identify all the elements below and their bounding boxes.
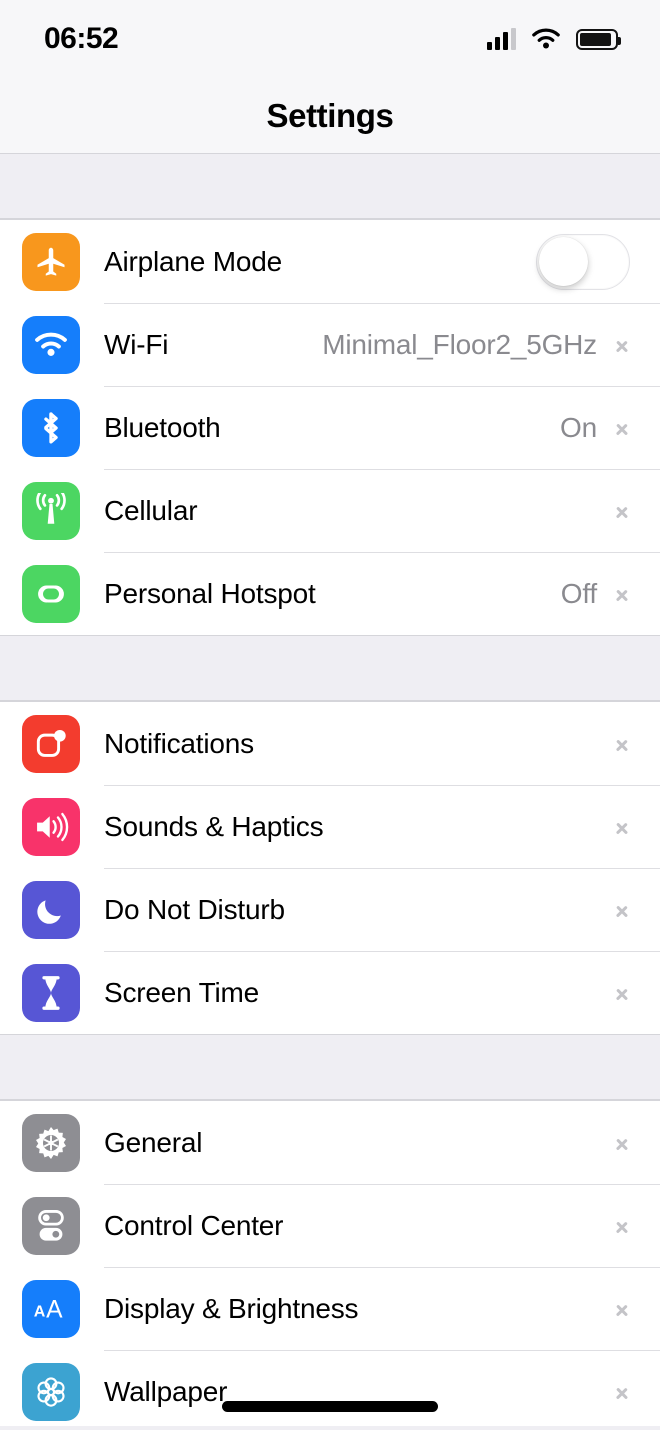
- battery-icon: [576, 28, 621, 50]
- settings-row-screen-time[interactable]: Screen Time: [0, 951, 660, 1034]
- gear-icon: [22, 1113, 80, 1172]
- settings-group-connectivity: Airplane Mode Wi-Fi Minimal_Floor2_5GHz: [0, 219, 660, 636]
- moon-icon: [22, 880, 80, 939]
- chevron-right-icon: [615, 980, 630, 1006]
- settings-row-airplane-mode[interactable]: Airplane Mode: [0, 220, 660, 303]
- bluetooth-icon: [22, 398, 80, 457]
- chevron-right-icon: [615, 498, 630, 524]
- status-bar-clock: 06:52: [44, 22, 119, 55]
- chevron-right-icon: [615, 1130, 630, 1156]
- section-gap-system: [0, 1035, 660, 1100]
- status-bar-indicators: [487, 27, 621, 52]
- chevron-right-icon: [615, 332, 630, 358]
- chevron-right-icon: [615, 1379, 630, 1405]
- settings-row-label: Wi-Fi: [104, 328, 169, 360]
- settings-row-label: Bluetooth: [104, 411, 221, 443]
- settings-row-notifications[interactable]: Notifications: [0, 702, 660, 785]
- settings-row-display-brightness[interactable]: A A Display & Brightness: [0, 1267, 660, 1350]
- flower-rosette-icon: [22, 1362, 80, 1421]
- settings-row-label: Screen Time: [104, 976, 259, 1008]
- settings-row-label: Display & Brightness: [104, 1292, 359, 1324]
- chevron-right-icon: [615, 814, 630, 840]
- chevron-right-icon: [615, 731, 630, 757]
- page-title: Settings: [266, 96, 394, 134]
- svg-text:A: A: [34, 1303, 46, 1320]
- navigation-bar: Settings: [0, 78, 660, 154]
- settings-row-do-not-disturb[interactable]: Do Not Disturb: [0, 868, 660, 951]
- settings-row-personal-hotspot[interactable]: Personal Hotspot Off: [0, 552, 660, 635]
- chevron-right-icon: [615, 581, 630, 607]
- speaker-waves-icon: [22, 797, 80, 856]
- cellular-signal-icon: [487, 28, 516, 50]
- chevron-right-icon: [615, 897, 630, 923]
- control-toggles-icon: [22, 1196, 80, 1255]
- chevron-right-icon: [615, 415, 630, 441]
- airplane-icon: [22, 232, 80, 291]
- cellular-antenna-icon: [22, 481, 80, 540]
- settings-row-label: Airplane Mode: [104, 245, 282, 277]
- bluetooth-status-value: On: [560, 411, 597, 443]
- wifi-network-value: Minimal_Floor2_5GHz: [322, 328, 597, 360]
- svg-text:A: A: [46, 1296, 63, 1323]
- text-size-aa-icon: A A: [22, 1279, 80, 1338]
- home-indicator[interactable]: [222, 1401, 438, 1412]
- settings-row-label: Personal Hotspot: [104, 577, 316, 609]
- settings-row-wifi[interactable]: Wi-Fi Minimal_Floor2_5GHz: [0, 303, 660, 386]
- settings-row-label: Cellular: [104, 494, 198, 526]
- settings-row-label: Control Center: [104, 1209, 284, 1241]
- hotspot-status-value: Off: [560, 577, 597, 609]
- settings-row-wallpaper[interactable]: Wallpaper: [0, 1350, 660, 1426]
- wifi-icon: [22, 315, 80, 374]
- status-bar: 06:52: [0, 0, 660, 78]
- settings-group-alerts: Notifications Sounds & Haptics Do Not Di…: [0, 701, 660, 1035]
- chevron-right-icon: [615, 1296, 630, 1322]
- toggle-knob: [539, 236, 588, 286]
- airplane-mode-toggle[interactable]: [536, 233, 630, 290]
- settings-row-label: Sounds & Haptics: [104, 810, 324, 842]
- settings-row-label: Do Not Disturb: [104, 893, 285, 925]
- settings-screen: 06:52 Settings Airplane Mode Wi-Fi Minim…: [0, 0, 660, 1430]
- section-gap-top: [0, 154, 660, 219]
- settings-row-sounds-haptics[interactable]: Sounds & Haptics: [0, 785, 660, 868]
- settings-row-general[interactable]: General: [0, 1101, 660, 1184]
- settings-row-bluetooth[interactable]: Bluetooth On: [0, 386, 660, 469]
- settings-group-system: General Control Center A A Display & Bri…: [0, 1100, 660, 1426]
- settings-row-control-center[interactable]: Control Center: [0, 1184, 660, 1267]
- settings-row-label: Notifications: [104, 727, 254, 759]
- hourglass-icon: [22, 963, 80, 1022]
- notifications-badge-icon: [22, 714, 80, 773]
- wifi-icon: [532, 28, 560, 48]
- settings-row-cellular[interactable]: Cellular: [0, 469, 660, 552]
- section-gap-alerts: [0, 636, 660, 701]
- chevron-right-icon: [615, 1213, 630, 1239]
- hotspot-link-icon: [22, 564, 80, 623]
- settings-row-label: General: [104, 1126, 203, 1158]
